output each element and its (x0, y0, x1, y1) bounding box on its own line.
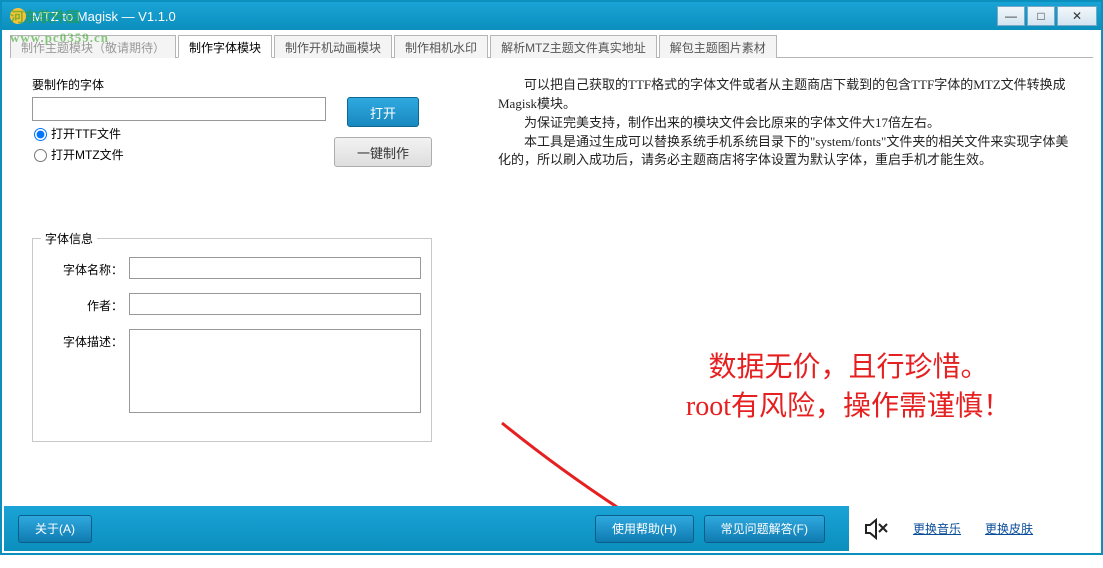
font-desc-textarea[interactable] (129, 329, 421, 413)
warning-line2: root有风险，操作需谨慎！ (686, 387, 1011, 426)
instructions-text: 可以把自己获取的TTF格式的字体文件或者从主题商店下载到的包含TTF字体的MTZ… (498, 76, 1073, 170)
instructions-p2: 为保证完美支持，制作出来的模块文件会比原来的字体文件大17倍左右。 (498, 114, 1073, 133)
radio-mtz-text: 打开MTZ文件 (51, 148, 124, 162)
faq-button-label: 常见问题解答(F) (721, 520, 808, 537)
make-button[interactable]: 一键制作 (334, 137, 432, 167)
change-skin-link[interactable]: 更换皮肤 (985, 520, 1033, 537)
window-controls: — □ ✕ (997, 6, 1097, 26)
help-button[interactable]: 使用帮助(H) (595, 515, 694, 543)
tab-unpack-images[interactable]: 解包主题图片素材 (659, 35, 777, 58)
faq-button[interactable]: 常见问题解答(F) (704, 515, 825, 543)
mute-icon[interactable] (863, 516, 889, 542)
file-type-radios: 打开TTF文件 打开MTZ文件 (34, 125, 326, 163)
about-button-label: 关于(A) (35, 520, 75, 537)
instructions-p3: 本工具是通过生成可以替换系统手机系统目录下的"system/fonts"文件夹的… (498, 133, 1073, 171)
tab-bar: 制作主题模块（敬请期待） 制作字体模块 制作开机动画模块 制作相机水印 解析MT… (10, 34, 1093, 58)
tab-label: 制作相机水印 (405, 41, 477, 55)
font-author-label: 作者： (43, 293, 123, 314)
tab-label: 解析MTZ主题文件真实地址 (501, 41, 646, 55)
close-icon: ✕ (1072, 9, 1082, 23)
app-icon (10, 8, 26, 24)
close-button[interactable]: ✕ (1057, 6, 1097, 26)
font-name-input[interactable] (129, 257, 421, 279)
open-button[interactable]: 打开 (347, 97, 419, 127)
font-info-legend: 字体信息 (41, 230, 97, 247)
section-label: 要制作的字体 (32, 76, 432, 93)
change-music-link[interactable]: 更换音乐 (913, 520, 961, 537)
radio-ttf-text: 打开TTF文件 (51, 127, 121, 141)
radio-ttf[interactable] (34, 128, 47, 141)
tab-theme-module[interactable]: 制作主题模块（敬请期待） (10, 35, 176, 58)
tab-parse-mtz[interactable]: 解析MTZ主题文件真实地址 (490, 35, 657, 58)
warning-text: 数据无价，且行珍惜。 root有风险，操作需谨慎！ (686, 348, 1011, 426)
titlebar-left: MTZ to Magisk — V1.1.0 (6, 8, 176, 24)
tab-boot-animation[interactable]: 制作开机动画模块 (274, 35, 392, 58)
content-area: 要制作的字体 打开TTF文件 打开MTZ文件 打开 一键制作 字体信息 字体名称… (2, 58, 1101, 508)
minimize-button[interactable]: — (997, 6, 1025, 26)
tab-label: 制作开机动画模块 (285, 41, 381, 55)
footer-right-panel: 更换音乐 更换皮肤 (849, 506, 1099, 551)
minimize-icon: — (1005, 9, 1017, 23)
tab-camera-watermark[interactable]: 制作相机水印 (394, 35, 488, 58)
help-button-label: 使用帮助(H) (612, 520, 677, 537)
maximize-icon: □ (1037, 9, 1044, 23)
radio-mtz[interactable] (34, 149, 47, 162)
about-button[interactable]: 关于(A) (18, 515, 92, 543)
radio-mtz-label[interactable]: 打开MTZ文件 (34, 146, 326, 163)
font-author-input[interactable] (129, 293, 421, 315)
radio-ttf-label[interactable]: 打开TTF文件 (34, 125, 326, 142)
tab-label: 制作主题模块（敬请期待） (21, 41, 165, 55)
font-name-label: 字体名称： (43, 257, 123, 278)
source-font-panel: 要制作的字体 打开TTF文件 打开MTZ文件 打开 一键制作 (32, 76, 432, 175)
file-path-input[interactable] (32, 97, 326, 121)
instructions-p1: 可以把自己获取的TTF格式的字体文件或者从主题商店下载到的包含TTF字体的MTZ… (498, 76, 1073, 114)
tab-font-module[interactable]: 制作字体模块 (178, 35, 272, 58)
titlebar[interactable]: MTZ to Magisk — V1.1.0 — □ ✕ (2, 2, 1101, 30)
tab-label: 制作字体模块 (189, 41, 261, 55)
window-title: MTZ to Magisk — V1.1.0 (32, 9, 176, 24)
warning-line1: 数据无价，且行珍惜。 (686, 348, 1011, 387)
maximize-button[interactable]: □ (1027, 6, 1055, 26)
make-button-label: 一键制作 (357, 143, 409, 162)
open-button-label: 打开 (370, 103, 396, 122)
font-info-groupbox: 字体信息 字体名称： 作者： 字体描述： (32, 238, 432, 442)
app-window: MTZ to Magisk — V1.1.0 — □ ✕ 河东软件园 www.p… (0, 0, 1103, 555)
font-desc-label: 字体描述： (43, 329, 123, 350)
tab-label: 解包主题图片素材 (670, 41, 766, 55)
